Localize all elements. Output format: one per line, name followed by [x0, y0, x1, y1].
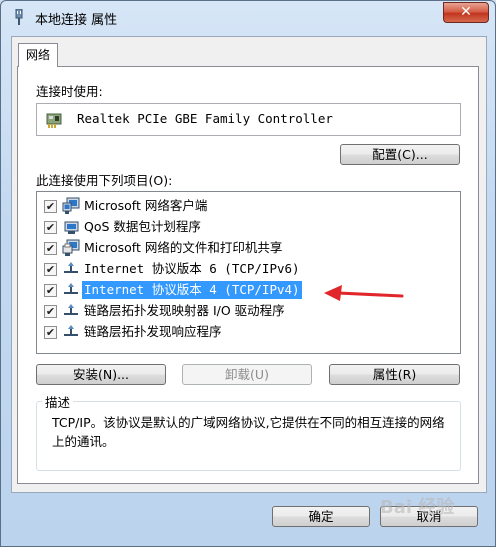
tab-network[interactable]: 网络: [18, 43, 58, 67]
adapter-field: Realtek PCIe GBE Family Controller: [36, 103, 461, 136]
list-item-label: Internet 协议版本 4 (TCP/IPv4): [82, 281, 302, 299]
item-checkbox[interactable]: ✔: [44, 263, 57, 276]
configure-button[interactable]: 配置(C)...: [340, 144, 460, 165]
list-item-label: 链路层拓扑发现响应程序: [84, 324, 222, 339]
list-item-label: Internet 协议版本 6 (TCP/IPv6): [84, 261, 300, 276]
list-item[interactable]: ✔ 链路层拓扑发现响应程序: [37, 322, 460, 342]
qos-icon: [64, 221, 79, 234]
list-item[interactable]: ✔ Microsoft 网络的文件和打印机共享: [37, 238, 460, 258]
item-checkbox[interactable]: ✔: [44, 305, 57, 318]
properties-button[interactable]: 属性(R): [329, 364, 460, 385]
title-bar[interactable]: 本地连接 属性 ✕: [1, 1, 495, 35]
install-button[interactable]: 安装(N)...: [36, 364, 166, 385]
items-label: 此连接使用下列项目(O):: [36, 173, 173, 188]
protocol-icon: [64, 325, 78, 336]
list-item-label: Microsoft 网络的文件和打印机共享: [84, 240, 283, 255]
description-title: 描述: [42, 392, 74, 411]
close-button[interactable]: ✕: [443, 2, 489, 23]
item-checkbox[interactable]: ✔: [44, 221, 57, 234]
protocol-icon: [64, 283, 78, 294]
red-arrow-annotation: [324, 285, 404, 301]
window-title: 本地连接 属性: [35, 13, 118, 28]
network-adapter-icon: [15, 9, 23, 25]
item-checkbox[interactable]: ✔: [44, 284, 57, 297]
list-item-label: QoS 数据包计划程序: [84, 219, 201, 234]
item-checkbox[interactable]: ✔: [44, 200, 57, 213]
protocol-icon: [64, 304, 78, 315]
list-item[interactable]: ✔ Internet 协议版本 6 (TCP/IPv6): [37, 259, 460, 279]
list-item[interactable]: ✔ QoS 数据包计划程序: [37, 217, 460, 237]
item-checkbox[interactable]: ✔: [44, 242, 57, 255]
ok-button[interactable]: 确定: [272, 506, 370, 527]
description-text: TCP/IP。该协议是默认的广域网络协议,它提供在不同的相互连接的网络上的通讯。: [52, 415, 445, 449]
connect-using-label: 连接时使用:: [36, 84, 103, 99]
network-card-icon: [46, 113, 62, 128]
uninstall-button[interactable]: 卸载(U): [182, 364, 312, 385]
item-checkbox[interactable]: ✔: [44, 326, 57, 339]
list-item[interactable]: ✔ Microsoft 网络客户端: [37, 196, 460, 216]
list-item-label: 链路层拓扑发现映射器 I/O 驱动程序: [84, 303, 285, 318]
items-list[interactable]: ✔ Microsoft 网络客户端 ✔ QoS 数据包计划程序 ✔ Micros…: [36, 191, 461, 354]
file-printer-sharing-icon: [62, 239, 80, 256]
watermark-logo: Bai 经验: [380, 497, 455, 518]
list-item-label: Microsoft 网络客户端: [84, 198, 208, 213]
protocol-icon: [64, 262, 78, 273]
adapter-name: Realtek PCIe GBE Family Controller: [77, 111, 333, 126]
network-client-icon: [62, 197, 80, 214]
